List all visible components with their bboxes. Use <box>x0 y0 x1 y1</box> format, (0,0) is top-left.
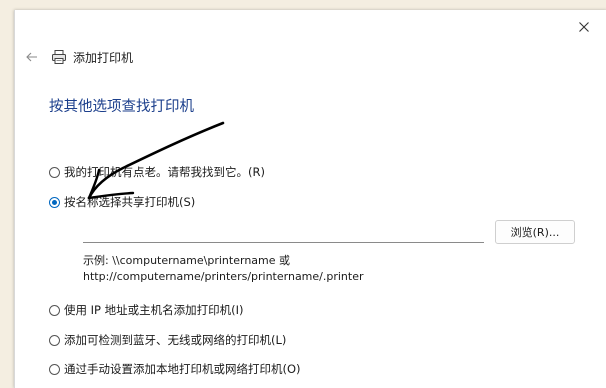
page-heading: 按其他选项查找打印机 <box>49 99 194 115</box>
dialog-header: 添加打印机 <box>21 46 133 68</box>
close-icon <box>579 22 589 32</box>
back-arrow-icon <box>26 52 37 62</box>
close-button[interactable] <box>573 16 595 38</box>
option-shared-printer-by-name[interactable]: 按名称选择共享打印机(S) <box>49 194 195 210</box>
option-label: 我的打印机有点老。请帮我找到它。(R) <box>64 165 265 179</box>
option-label: 通过手动设置添加本地打印机或网络打印机(O) <box>64 362 301 376</box>
option-ip-address[interactable]: 使用 IP 地址或主机名添加打印机(I) <box>49 302 244 318</box>
example-line-2: http://computername/printers/printername… <box>83 270 364 283</box>
add-printer-dialog: 添加打印机 按其他选项查找打印机 我的打印机有点老。请帮我找到它。(R) 按名称… <box>14 10 606 388</box>
option-label: 按名称选择共享打印机(S) <box>64 195 196 209</box>
radio-bluetooth-wireless-network[interactable] <box>49 334 60 346</box>
radio-shared-printer-by-name[interactable] <box>49 196 60 208</box>
option-old-printer[interactable]: 我的打印机有点老。请帮我找到它。(R) <box>49 164 265 180</box>
option-bluetooth-wireless-network[interactable]: 添加可检测到蓝牙、无线或网络的打印机(L) <box>49 332 286 348</box>
option-manual-local-network[interactable]: 通过手动设置添加本地打印机或网络打印机(O) <box>49 361 301 377</box>
example-line-1: 示例: \\computername\printername 或 <box>83 254 291 267</box>
browse-button[interactable]: 浏览(R)... <box>495 220 575 244</box>
back-button[interactable] <box>21 46 43 68</box>
radio-manual-local-network[interactable] <box>49 363 60 375</box>
radio-old-printer[interactable] <box>49 166 60 178</box>
option-label: 添加可检测到蓝牙、无线或网络的打印机(L) <box>64 333 287 347</box>
example-text: 示例: \\computername\printername 或 http://… <box>83 253 364 285</box>
radio-ip-address[interactable] <box>49 304 60 316</box>
printer-icon <box>51 49 67 65</box>
option-label: 使用 IP 地址或主机名添加打印机(I) <box>64 303 244 317</box>
dialog-title: 添加打印机 <box>73 50 134 65</box>
shared-printer-name-input[interactable] <box>83 221 484 243</box>
